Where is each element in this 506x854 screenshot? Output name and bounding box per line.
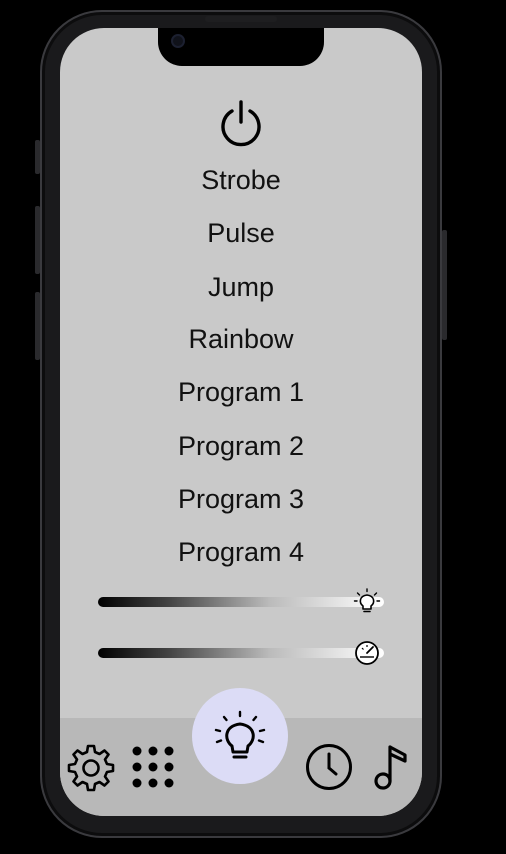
earpiece-speaker: [205, 16, 277, 22]
music-note-icon: [374, 745, 407, 790]
brightness-slider[interactable]: [98, 588, 384, 613]
mode-program-3[interactable]: Program 3: [60, 473, 422, 525]
mode-strobe[interactable]: Strobe: [60, 154, 422, 206]
nav-apps[interactable]: [128, 740, 178, 794]
mode-rainbow[interactable]: Rainbow: [60, 313, 422, 365]
mode-program-1[interactable]: Program 1: [60, 366, 422, 418]
nav-music[interactable]: [370, 740, 414, 794]
mode-pulse[interactable]: Pulse: [60, 207, 422, 259]
lightbulb-icon: [353, 588, 381, 613]
nav-settings[interactable]: [64, 740, 118, 794]
speedometer-icon: [354, 641, 379, 665]
nav-lights[interactable]: [210, 708, 270, 768]
gear-icon: [67, 744, 115, 792]
power-button[interactable]: [216, 98, 266, 148]
clock-icon: [306, 744, 352, 790]
speed-slider[interactable]: [98, 641, 384, 665]
mode-program-4[interactable]: Program 4: [60, 526, 422, 578]
nav-timer[interactable]: [303, 740, 355, 794]
brightness-slider-thumb[interactable]: [352, 587, 382, 617]
notch: [158, 28, 324, 66]
lightbulb-icon: [214, 710, 266, 759]
phone-screen: Strobe Pulse Jump Rainbow Program 1 Prog…: [60, 28, 422, 816]
mode-jump[interactable]: Jump: [60, 261, 422, 313]
front-camera: [171, 34, 185, 48]
power-icon: [221, 100, 261, 147]
mode-program-2[interactable]: Program 2: [60, 420, 422, 472]
speed-slider-thumb[interactable]: [352, 638, 382, 668]
grid-icon: [132, 746, 174, 788]
side-power-button: [442, 230, 447, 340]
